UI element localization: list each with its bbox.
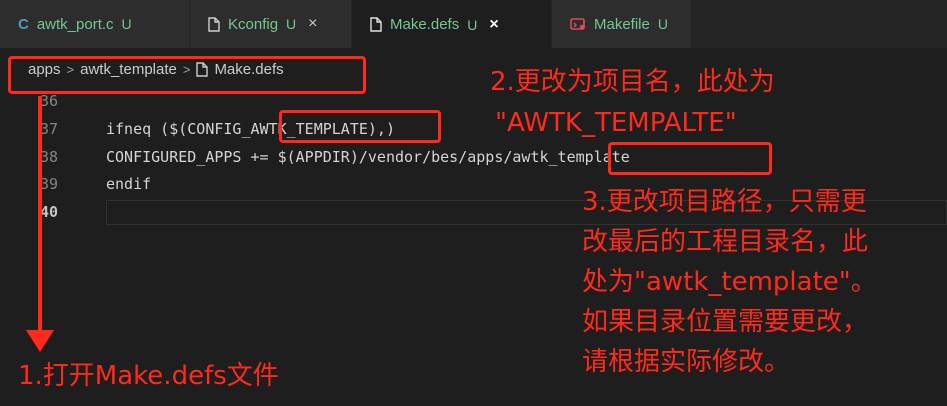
makefile-icon <box>570 17 586 31</box>
line-number: 37 <box>40 120 59 138</box>
annotation-step-2: 2.更改为项目名，此处为 <box>490 67 775 97</box>
annotation-step-2-value: "AWTK_TEMPALTE" <box>495 108 737 138</box>
annotation-step-1: 1.打开Make.defs文件 <box>18 361 279 391</box>
c-file-icon: C <box>18 15 29 33</box>
code-line: 38 CONFIGURED_APPS += $(APPDIR)/vendor/b… <box>0 146 947 169</box>
line-number: 40 <box>40 203 59 221</box>
tab-status: U <box>467 16 478 33</box>
breadcrumb-highlight-box <box>8 56 366 94</box>
tab-awtk-port-c[interactable]: C awtk_port.c U <box>0 0 190 48</box>
annotation-step-3-line: 改最后的工程目录名，此 <box>582 227 869 257</box>
tab-label: Makefile <box>594 15 650 33</box>
close-icon[interactable]: × <box>308 15 317 33</box>
tab-make-defs[interactable]: Make.defs U × <box>352 0 552 48</box>
tab-status: U <box>121 16 132 32</box>
tab-label: Kconfig <box>228 15 279 33</box>
app-path-highlight-box <box>608 142 772 175</box>
tab-bar: C awtk_port.c U Kconfig U × Make.defs U … <box>0 0 947 48</box>
annotation-step-3-line: 处为"awtk_template"。 <box>582 267 877 297</box>
code-line: 37 ifneq ($(CONFIG_AWTK_TEMPLATE),) <box>0 118 947 141</box>
annotation-step-3-line: 3.更改项目路径，只需更 <box>582 187 867 217</box>
code-text: endif <box>106 175 152 193</box>
line-number: 39 <box>40 175 59 193</box>
tab-status: U <box>657 16 668 32</box>
tab-label: awtk_port.c <box>36 15 114 33</box>
annotation-step-3-line: 如果目录位置需要更改， <box>582 307 869 337</box>
tab-kconfig[interactable]: Kconfig U × <box>190 0 352 48</box>
arrow-down-icon <box>26 330 54 352</box>
file-icon <box>370 17 382 32</box>
annotation-arrow <box>38 96 42 332</box>
tab-status: U <box>286 16 297 32</box>
config-name-highlight-box <box>279 110 441 143</box>
tab-makefile[interactable]: Makefile U <box>552 0 692 48</box>
line-number: 38 <box>40 148 59 166</box>
code-text: CONFIGURED_APPS += $(APPDIR)/vendor/bes/… <box>106 148 630 166</box>
annotation-step-3-line: 请根据实际修改。 <box>582 347 791 377</box>
file-icon <box>208 16 220 32</box>
close-icon[interactable]: × <box>489 16 498 34</box>
tab-label: Make.defs <box>390 16 460 33</box>
